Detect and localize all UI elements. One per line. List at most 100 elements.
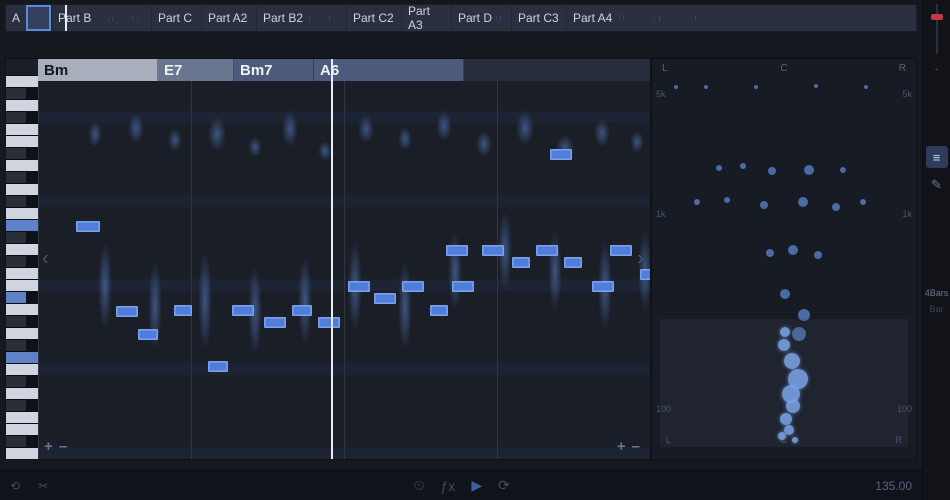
arrangement-part-strip[interactable]: APart BPart CPart A2Part B2Part C2Part A… <box>5 4 917 32</box>
metronome-button[interactable]: ⏲ <box>414 477 425 494</box>
chord-track[interactable]: BmE7Bm7A6 <box>38 59 650 81</box>
piano-key[interactable] <box>6 447 38 459</box>
piano-key[interactable] <box>6 375 26 387</box>
arrangement-playhead[interactable] <box>65 5 67 31</box>
piano-key[interactable] <box>6 171 26 183</box>
piano-key[interactable] <box>6 183 38 195</box>
midi-note[interactable] <box>374 293 396 304</box>
piano-key[interactable] <box>6 159 38 171</box>
midi-note[interactable] <box>292 305 312 316</box>
piano-key[interactable] <box>6 435 26 447</box>
grid-size-label[interactable]: 4Bars <box>925 288 949 298</box>
piano-key[interactable] <box>6 387 38 399</box>
midi-note[interactable] <box>482 245 504 256</box>
piano-key[interactable] <box>6 327 38 339</box>
part-segment-partc3[interactable]: Part C3 <box>511 5 566 31</box>
midi-note[interactable] <box>610 245 632 256</box>
chord-bm[interactable]: Bm <box>38 59 158 81</box>
part-segment-current[interactable] <box>26 5 51 31</box>
zoom-controls-right: + – <box>617 438 640 455</box>
snap-label[interactable]: Bar <box>929 304 943 314</box>
piano-key[interactable] <box>6 291 26 303</box>
scroll-right-button[interactable]: › <box>637 248 644 271</box>
piano-key[interactable] <box>6 219 38 231</box>
piano-key[interactable] <box>6 411 38 423</box>
midi-note[interactable] <box>640 269 651 280</box>
part-segment-partc2[interactable]: Part C2 <box>346 5 401 31</box>
midi-note[interactable] <box>446 245 468 256</box>
piano-key[interactable] <box>6 99 38 111</box>
tool-list-button[interactable]: ≡ <box>926 146 948 168</box>
midi-note[interactable] <box>564 257 582 268</box>
chord-bm7[interactable]: Bm7 <box>234 59 314 81</box>
piano-key[interactable] <box>6 339 26 351</box>
midi-note[interactable] <box>452 281 474 292</box>
piano-key[interactable] <box>6 255 26 267</box>
piano-key[interactable] <box>6 195 26 207</box>
piano-key[interactable] <box>6 135 38 147</box>
zoom-in-right[interactable]: + <box>617 438 626 455</box>
piano-key[interactable] <box>6 231 26 243</box>
zoom-out-left[interactable]: – <box>59 438 67 455</box>
zoom-out-right[interactable]: – <box>632 438 640 455</box>
spectrum-dot <box>754 85 758 89</box>
piano-roll-editor[interactable]: BmE7Bm7A6 ‹ › + – + – <box>5 58 651 460</box>
midi-note[interactable] <box>348 281 370 292</box>
piano-key[interactable] <box>6 147 26 159</box>
fader-knob[interactable] <box>931 14 943 20</box>
midi-note[interactable] <box>232 305 254 316</box>
chord-e7[interactable]: E7 <box>158 59 234 81</box>
piano-key[interactable] <box>6 351 38 363</box>
scissors-tool-icon[interactable]: ✂ <box>38 479 48 493</box>
scroll-left-button[interactable]: ‹ <box>42 248 49 271</box>
part-segment-parta3[interactable]: Part A3 <box>401 5 451 31</box>
part-segment-partd[interactable]: Part D <box>451 5 511 31</box>
pitch-blob <box>282 111 298 147</box>
midi-note[interactable] <box>116 306 138 317</box>
midi-note[interactable] <box>318 317 340 328</box>
piano-key[interactable] <box>6 399 26 411</box>
tool-draw-button[interactable]: ✎ <box>926 174 948 196</box>
tempo-readout[interactable]: 135.00 <box>875 479 912 493</box>
piano-key[interactable] <box>6 267 38 279</box>
stereo-spectrum-panel[interactable]: L C R 5k1k1005k1k100 L C R <box>651 58 917 460</box>
master-fader[interactable] <box>928 4 946 54</box>
playhead[interactable] <box>331 59 333 459</box>
part-segment-partb2[interactable]: Part B2 <box>256 5 346 31</box>
piano-key[interactable] <box>6 75 38 87</box>
midi-note[interactable] <box>174 305 192 316</box>
midi-note[interactable] <box>512 257 530 268</box>
piano-key[interactable] <box>6 363 38 375</box>
part-segment-parta4[interactable]: Part A4 <box>566 5 721 31</box>
pitch-blob <box>318 141 332 161</box>
fx-button[interactable]: ƒx <box>441 478 456 494</box>
undo-button[interactable]: ⟲ <box>10 479 20 493</box>
midi-note[interactable] <box>138 329 158 340</box>
part-segment-partc[interactable]: Part C <box>151 5 201 31</box>
part-segment-parta2[interactable]: Part A2 <box>201 5 256 31</box>
midi-note[interactable] <box>76 221 100 232</box>
midi-note[interactable] <box>208 361 228 372</box>
piano-key[interactable] <box>6 111 26 123</box>
loop-button[interactable]: ⟳ <box>498 477 510 494</box>
piano-key[interactable] <box>6 123 38 135</box>
piano-keyboard[interactable] <box>6 75 38 459</box>
piano-key[interactable] <box>6 207 38 219</box>
midi-note[interactable] <box>430 305 448 316</box>
piano-key[interactable] <box>6 243 38 255</box>
play-button[interactable]: ▶ <box>471 477 482 494</box>
piano-key[interactable] <box>6 303 38 315</box>
zoom-in-left[interactable]: + <box>44 438 53 455</box>
midi-note[interactable] <box>402 281 424 292</box>
chord-a6[interactable]: A6 <box>314 59 464 81</box>
midi-note[interactable] <box>264 317 286 328</box>
piano-key[interactable] <box>6 315 26 327</box>
part-segment-a[interactable]: A <box>6 5 26 31</box>
midi-note[interactable] <box>536 245 558 256</box>
piano-key[interactable] <box>6 279 38 291</box>
piano-key[interactable] <box>6 87 26 99</box>
spectrum-dot <box>694 199 700 205</box>
midi-note[interactable] <box>550 149 572 160</box>
midi-note[interactable] <box>592 281 614 292</box>
piano-key[interactable] <box>6 423 38 435</box>
